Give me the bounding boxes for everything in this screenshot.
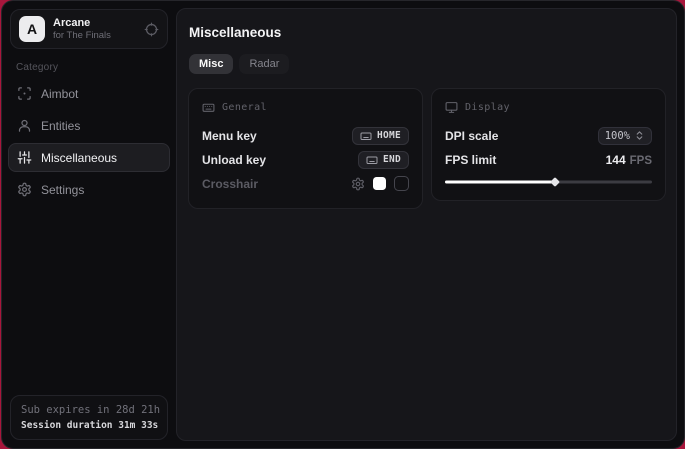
brand-text: Arcane for The Finals [53, 17, 111, 41]
display-card-title: Display [465, 102, 510, 113]
sidebar-item-label: Aimbot [41, 87, 78, 101]
menu-key-row: Menu key HOME [202, 124, 409, 147]
brand-logo: A [19, 16, 45, 42]
fps-limit-label: FPS limit [445, 153, 496, 167]
crosshair-checkbox[interactable] [394, 176, 409, 191]
menu-key-button[interactable]: HOME [352, 127, 409, 145]
sidebar-item-settings[interactable]: Settings [8, 175, 170, 204]
general-card-title: General [222, 102, 267, 113]
slider-thumb[interactable] [550, 177, 560, 187]
sliders-icon [17, 150, 32, 165]
keyboard-icon [360, 130, 372, 142]
crosshair-settings-gear-icon[interactable] [351, 177, 365, 191]
unload-key-label: Unload key [202, 153, 266, 167]
general-card-header: General [202, 101, 409, 114]
general-card: General Menu key HOME Unload key [188, 88, 423, 209]
fps-limit-readout: 144 FPS [606, 153, 652, 167]
keyboard-icon [366, 154, 378, 166]
dpi-scale-select[interactable]: 100% [598, 127, 652, 145]
gear-icon [17, 182, 32, 197]
tab-bar: Misc Radar [189, 54, 666, 74]
user-icon [17, 118, 32, 133]
tab-radar[interactable]: Radar [239, 54, 289, 74]
crosshair-controls [351, 176, 409, 191]
brand-card: A Arcane for The Finals [10, 9, 168, 49]
keyboard-icon [202, 101, 215, 114]
menu-key-label: Menu key [202, 129, 257, 143]
scan-target-icon [17, 86, 32, 101]
sidebar-nav: Aimbot Entities Miscellaneous [2, 79, 176, 204]
dpi-scale-row: DPI scale 100% [445, 124, 652, 147]
dpi-scale-label: DPI scale [445, 129, 498, 143]
sidebar: A Arcane for The Finals Category [2, 1, 176, 448]
monitor-icon [445, 101, 458, 114]
chevrons-up-down-icon [634, 130, 645, 141]
crosshair-color-swatch[interactable] [373, 177, 386, 190]
sidebar-item-aimbot[interactable]: Aimbot [8, 79, 170, 108]
crosshair-row: Crosshair [202, 172, 409, 195]
main-panel: Miscellaneous Misc Radar General [176, 8, 677, 441]
subscription-info: Sub expires in 28d 21h Session duration … [10, 395, 168, 440]
crosshair-label: Crosshair [202, 177, 258, 191]
fps-limit-slider[interactable] [445, 177, 652, 187]
sidebar-item-label: Settings [41, 183, 84, 197]
sub-expiry-text: Sub expires in 28d 21h [21, 404, 157, 416]
page-title: Miscellaneous [189, 25, 666, 40]
session-duration-text: Session duration 31m 33s [21, 420, 157, 431]
fps-limit-value: 144 [606, 153, 626, 167]
sidebar-item-label: Miscellaneous [41, 151, 117, 165]
display-card-header: Display [445, 101, 652, 114]
brand-subtitle: for The Finals [53, 30, 111, 41]
tab-misc[interactable]: Misc [189, 54, 233, 74]
cards-row: General Menu key HOME Unload key [188, 88, 666, 209]
unload-key-button[interactable]: END [358, 151, 409, 169]
display-card: Display DPI scale 100% FPS limit [431, 88, 666, 201]
fps-limit-row: FPS limit 144 FPS [445, 148, 652, 171]
sidebar-item-entities[interactable]: Entities [8, 111, 170, 140]
sidebar-item-label: Entities [41, 119, 80, 133]
unload-key-value: END [383, 154, 401, 165]
brand-title: Arcane [53, 17, 111, 29]
category-label: Category [16, 62, 176, 73]
slider-fill [445, 181, 555, 184]
unload-key-row: Unload key END [202, 148, 409, 171]
fps-limit-unit: FPS [630, 155, 652, 167]
crosshair-icon[interactable] [144, 22, 159, 37]
dpi-scale-value: 100% [605, 130, 630, 142]
sidebar-item-miscellaneous[interactable]: Miscellaneous [8, 143, 170, 172]
menu-key-value: HOME [377, 130, 401, 141]
app-window: A Arcane for The Finals Category [1, 0, 685, 449]
